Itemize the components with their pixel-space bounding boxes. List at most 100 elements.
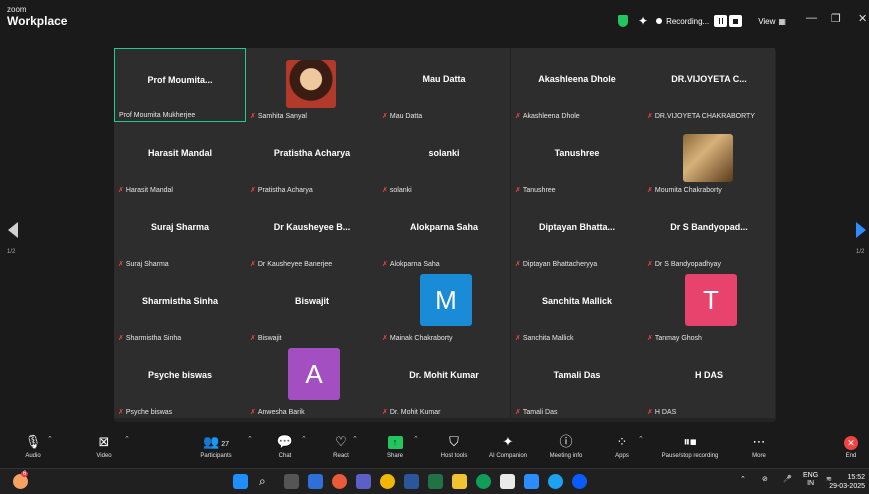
- participant-tile[interactable]: Biswajit ✗ Biswajit: [246, 270, 378, 344]
- mic-muted-icon: ✗: [515, 187, 521, 194]
- close-icon[interactable]: ✕: [858, 12, 867, 25]
- zoom-app-icon[interactable]: [572, 474, 587, 489]
- participant-name: Alokparna Saha: [389, 260, 440, 268]
- participant-tile[interactable]: solanki ✗ solanki: [378, 122, 510, 196]
- participants-button[interactable]: 👥 27 Participants: [190, 433, 242, 459]
- participant-name-label: ✗ Tanmay Ghosh: [647, 334, 702, 343]
- apps-options-icon[interactable]: ⌃: [638, 435, 644, 443]
- participant-tile[interactable]: Dr. Mohit Kumar ✗ Dr. Mohit Kumar: [378, 344, 510, 418]
- share-options-icon[interactable]: ⌃: [413, 435, 419, 443]
- app-icon[interactable]: [332, 474, 347, 489]
- participant-name-label: ✗ Sharmistha Sinha: [118, 334, 181, 343]
- participant-name-label: ✗ Tanushree: [515, 186, 556, 195]
- chrome-icon[interactable]: [380, 474, 395, 489]
- participant-tile[interactable]: Psyche biswas ✗ Psyche biswas: [114, 344, 246, 418]
- audio-options-icon[interactable]: ⌃: [47, 435, 53, 443]
- minimize-icon[interactable]: —: [806, 12, 817, 24]
- stop-recording-icon[interactable]: [729, 15, 743, 27]
- participant-name: Mainak Chakraborty: [389, 334, 453, 342]
- participant-name-label: ✗ Dr S Bandyopadhyay: [647, 260, 721, 269]
- windows-start-icon[interactable]: [233, 474, 248, 489]
- widgets-icon[interactable]: [308, 474, 323, 489]
- video-button[interactable]: ⊠ Video: [84, 433, 124, 459]
- grid-icon[interactable]: ▦: [778, 17, 786, 26]
- share-button[interactable]: ↑ Share: [380, 433, 410, 459]
- next-page-icon[interactable]: [856, 222, 866, 238]
- info-icon: ⓘ: [559, 434, 573, 449]
- tray-chevron-icon[interactable]: ⌃: [740, 475, 746, 483]
- participant-tile[interactable]: Tamali Das ✗ Tamali Das: [511, 344, 643, 418]
- participant-tile[interactable]: Sharmistha Sinha ✗ Sharmistha Sinha: [114, 270, 246, 344]
- task-view-icon[interactable]: [284, 474, 299, 489]
- participant-tile[interactable]: DR.VIJOYETA C... ✗ DR.VIJOYETA CHAKRABORTY: [643, 48, 775, 122]
- ai-companion-button[interactable]: ✦ AI Companion: [480, 433, 536, 459]
- file-explorer-icon[interactable]: [452, 474, 467, 489]
- chat-button[interactable]: 💬 Chat: [270, 433, 300, 459]
- react-options-icon[interactable]: ⌃: [352, 435, 358, 443]
- search-icon[interactable]: ⌕: [259, 474, 274, 489]
- ai-companion-label: AI Companion: [488, 453, 528, 459]
- system-clock[interactable]: 15:52 29-03-2025: [829, 473, 865, 491]
- mic-muted-icon: ✗: [250, 113, 256, 120]
- participant-name: Diptayan Bhattacheryya: [522, 260, 598, 268]
- excel-icon[interactable]: [428, 474, 443, 489]
- page-indicator-right: 1/2: [856, 249, 865, 255]
- clock-date: 29-03-2025: [829, 483, 865, 490]
- lang-top: ENG: [803, 472, 819, 479]
- video-label: Video: [96, 453, 112, 459]
- participant-tile[interactable]: Dr Kausheyee B... ✗ Dr Kausheyee Banerjee: [246, 196, 378, 270]
- meeting-info-button[interactable]: ⓘ Meeting info: [540, 433, 592, 459]
- participant-display-name: Sharmistha Sinha: [141, 296, 219, 306]
- participant-tile[interactable]: Prof Moumita... Prof Moumita Mukherjee: [114, 48, 246, 122]
- participant-tile[interactable]: Pratistha Acharya ✗ Pratistha Acharya: [246, 122, 378, 196]
- mic-muted-icon: ✗: [118, 409, 124, 416]
- video-gallery: Prof Moumita... Prof Moumita Mukherjee ✗ Sa…: [114, 48, 776, 422]
- participant-tile[interactable]: M ✗ Mainak Chakraborty: [378, 270, 510, 344]
- participant-tile[interactable]: Mau Datta ✗ Mau Datta: [378, 48, 510, 122]
- pause-stop-recording-button[interactable]: ⏸⏹ Pause/stop recording: [650, 433, 730, 459]
- teams-icon[interactable]: [356, 474, 371, 489]
- tray-app-icon[interactable]: ⊘: [762, 475, 768, 483]
- view-button[interactable]: View: [758, 17, 775, 26]
- mic-muted-icon: ✗: [250, 409, 256, 416]
- participant-display-name: Pratistha Acharya: [273, 148, 351, 158]
- participant-tile[interactable]: Diptayan Bhatta... ✗ Diptayan Bhattacheryy…: [511, 196, 643, 270]
- participant-name-label: ✗ H DAS: [647, 408, 676, 417]
- restore-icon[interactable]: ❐: [831, 12, 841, 25]
- video-options-icon[interactable]: ⌃: [124, 435, 130, 443]
- host-tools-button[interactable]: ⛉ Host tools: [428, 433, 480, 459]
- participant-tile[interactable]: Alokparna Saha ✗ Alokparna Saha: [378, 196, 510, 270]
- participant-tile[interactable]: Harasit Mandal ✗ Harasit Mandal: [114, 122, 246, 196]
- mail-icon[interactable]: [524, 474, 539, 489]
- store-icon[interactable]: [500, 474, 515, 489]
- apps-button[interactable]: ⁘ Apps: [607, 433, 637, 459]
- participant-tile[interactable]: Tanushree ✗ Tanushree: [511, 122, 643, 196]
- microphone-tray-icon[interactable]: 🎤: [783, 475, 792, 483]
- word-icon[interactable]: [404, 474, 419, 489]
- participant-tile[interactable]: Dr S Bandyopad... ✗ Dr S Bandyopadhyay: [643, 196, 775, 270]
- participant-tile[interactable]: Suraj Sharma ✗ Suraj Sharma: [114, 196, 246, 270]
- sparkle-icon[interactable]: ✦: [638, 15, 648, 27]
- mic-muted-icon: ✗: [647, 187, 653, 194]
- edge-icon[interactable]: [476, 474, 491, 489]
- participants-options-icon[interactable]: ⌃: [247, 435, 253, 443]
- participant-tile[interactable]: Akashleena Dhole ✗ Akashleena Dhole: [511, 48, 643, 122]
- participant-name-label: ✗ Mainak Chakraborty: [382, 334, 453, 343]
- end-button[interactable]: ✕ End: [836, 433, 866, 459]
- pause-recording-icon[interactable]: [714, 15, 728, 27]
- participant-tile[interactable]: Sanchita Mallick ✗ Sanchita Mallick: [511, 270, 643, 344]
- participant-tile[interactable]: T ✗ Tanmay Ghosh: [643, 270, 775, 344]
- more-button[interactable]: ⋯ More: [744, 433, 774, 459]
- participant-tile[interactable]: ✗ Moumita Chakraborty: [643, 122, 775, 196]
- participant-tile[interactable]: H DAS ✗ H DAS: [643, 344, 775, 418]
- participant-tile[interactable]: A ✗ Anwesha Barik: [246, 344, 378, 418]
- app-icon-2[interactable]: [548, 474, 563, 489]
- prev-page-icon[interactable]: [8, 222, 18, 238]
- recording-dot-icon: [656, 18, 663, 24]
- participant-tile[interactable]: ✗ Samhita Sanyal: [246, 48, 378, 122]
- participant-name-label: ✗ Psyche biswas: [118, 408, 172, 417]
- participant-display-name: Suraj Sharma: [150, 222, 210, 232]
- audio-label: Audio: [25, 453, 41, 459]
- chat-options-icon[interactable]: ⌃: [301, 435, 307, 443]
- shield-icon[interactable]: [618, 15, 628, 27]
